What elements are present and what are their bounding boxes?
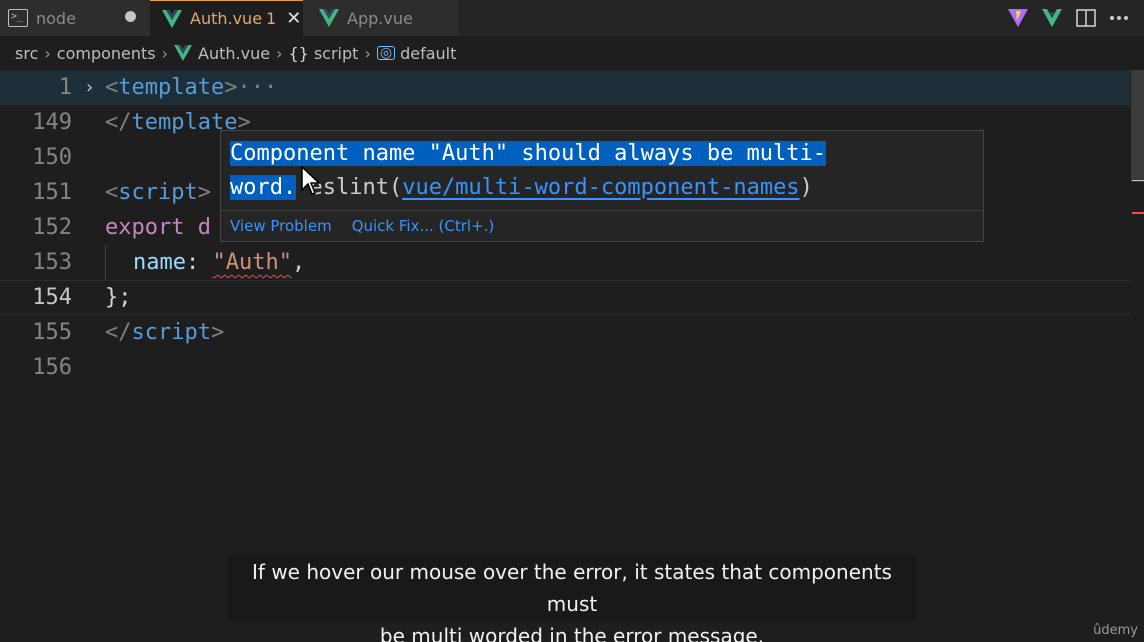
line-number: 154 — [32, 285, 72, 310]
hover-message: word. — [230, 175, 297, 200]
code-line[interactable]: 1 › <template>··· — [0, 70, 1130, 105]
cursor-ruler-mark — [1132, 180, 1144, 181]
subtitle-line: be multi worded in the error message. — [379, 624, 765, 642]
mouse-pointer-icon — [301, 166, 321, 195]
breadcrumb-separator: › — [364, 43, 371, 63]
error-count-badge: 1 — [266, 9, 277, 28]
breadcrumb-separator: › — [44, 43, 51, 63]
error-squiggle: "Auth" — [212, 250, 292, 275]
unsaved-dot-icon[interactable] — [125, 11, 136, 22]
more-actions-icon[interactable] — [1107, 6, 1131, 30]
hover-message: Component name "Auth" should always be m… — [230, 141, 827, 166]
tab-auth-vue[interactable]: Auth.vue 1 ✕ — [150, 0, 303, 36]
code-text: <template>··· — [105, 75, 278, 100]
code-text: name: "Auth", — [133, 250, 306, 275]
breadcrumb-item-components[interactable]: components — [57, 44, 156, 63]
close-tab-icon[interactable]: ✕ — [286, 8, 301, 29]
line-number: 155 — [32, 320, 72, 345]
subtitle-line: If we hover our mouse over the error, it… — [252, 560, 892, 616]
line-number: 156 — [32, 355, 72, 380]
code-line-current[interactable]: 154 }; — [0, 280, 1130, 315]
breadcrumb-separator: › — [161, 43, 169, 63]
quick-fix-link[interactable]: Quick Fix... (Ctrl+.) — [352, 217, 495, 235]
line-number: 152 — [32, 215, 72, 240]
line-number: 151 — [32, 180, 72, 205]
vite-icon[interactable] — [1006, 6, 1030, 30]
line-number: 149 — [32, 110, 72, 135]
hover-tooltip: Component name "Auth" should always be m… — [220, 130, 984, 242]
fold-expand-icon[interactable]: › — [84, 77, 95, 98]
hover-source-close: ) — [799, 175, 813, 200]
breadcrumb: src › components › Auth.vue › {} script … — [0, 36, 1144, 70]
tab-label: node — [36, 8, 76, 28]
breadcrumb-item-src[interactable]: src — [15, 44, 38, 63]
code-text: }; — [105, 285, 132, 310]
tab-label: Auth.vue — [190, 9, 263, 28]
breadcrumb-item-default[interactable]: default — [400, 44, 456, 63]
line-number: 1 — [58, 75, 72, 100]
code-line[interactable]: 153 name: "Auth", — [0, 245, 1130, 280]
eslint-rule-link[interactable]: vue/multi-word-component-names — [402, 175, 799, 200]
code-text: </script> — [105, 320, 225, 345]
udemy-watermark: ûdemy — [1093, 623, 1138, 638]
vue-icon — [174, 45, 192, 61]
breadcrumb-item-file[interactable]: Auth.vue — [198, 44, 270, 63]
braces-icon: {} — [288, 43, 309, 63]
split-editor-icon[interactable] — [1074, 6, 1098, 30]
indent-guide — [105, 245, 106, 280]
video-subtitle: If we hover our mouse over the error, it… — [228, 553, 916, 642]
vue-devtools-icon[interactable] — [1040, 6, 1064, 30]
editor-tab-bar: >_ node Auth.vue 1 ✕ App.vue — [0, 0, 1144, 36]
hover-actions: View Problem Quick Fix... (Ctrl+.) — [221, 210, 983, 241]
line-number: 150 — [32, 145, 72, 170]
vue-icon — [319, 9, 339, 27]
vue-icon — [162, 9, 182, 28]
breadcrumb-separator: › — [276, 43, 283, 63]
symbol-variable-icon: ◎ — [376, 46, 396, 60]
error-ruler-mark — [1132, 212, 1144, 214]
code-text: export d — [105, 215, 211, 240]
scrollbar-thumb[interactable] — [1131, 70, 1144, 182]
code-line[interactable]: 156 — [0, 350, 1130, 385]
line-number: 153 — [32, 250, 72, 275]
code-text: <script> — [105, 180, 211, 205]
breadcrumb-item-script[interactable]: script — [314, 44, 359, 63]
code-line[interactable]: 155 </script> — [0, 315, 1130, 350]
tab-label: App.vue — [347, 8, 413, 28]
terminal-icon: >_ — [8, 9, 28, 27]
tab-app-vue[interactable]: App.vue — [303, 0, 458, 36]
tab-node[interactable]: >_ node — [0, 0, 150, 36]
view-problem-link[interactable]: View Problem — [230, 217, 332, 235]
